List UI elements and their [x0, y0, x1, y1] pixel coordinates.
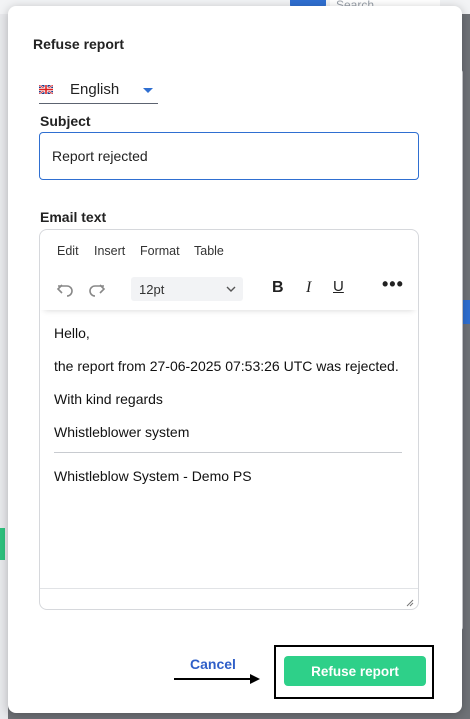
email-closing: With kind regards — [54, 391, 163, 407]
language-select[interactable]: English — [39, 80, 158, 104]
menu-format[interactable]: Format — [140, 244, 180, 258]
subject-input[interactable] — [39, 132, 419, 180]
chevron-down-icon — [226, 286, 236, 292]
underline-button[interactable]: U — [333, 278, 344, 295]
undo-icon[interactable] — [54, 278, 76, 300]
background-page — [0, 0, 8, 719]
email-text-label: Email text — [40, 209, 107, 225]
email-sender: Whistleblower system — [54, 424, 190, 440]
caret-down-icon — [143, 88, 153, 93]
refuse-report-button[interactable]: Refuse report — [284, 656, 426, 686]
email-message: the report from 27-06-2025 07:53:26 UTC … — [54, 358, 399, 374]
email-greeting: Hello, — [54, 325, 90, 341]
editor-content[interactable]: Hello, the report from 27-06-2025 07:53:… — [40, 310, 418, 588]
font-size-select[interactable]: 12pt — [131, 277, 243, 301]
arrow-right-icon — [174, 674, 260, 684]
bold-button[interactable]: B — [272, 279, 284, 297]
font-size-value: 12pt — [139, 282, 165, 297]
background-blue-element — [462, 300, 470, 324]
cancel-button[interactable]: Cancel — [190, 656, 236, 672]
language-label: English — [70, 81, 120, 98]
refuse-report-modal: Refuse report English Subject Email text… — [8, 6, 462, 713]
rich-text-editor: Edit Insert Format Table 12pt B I U ••• … — [39, 229, 419, 610]
editor-statusbar — [40, 588, 418, 609]
modal-title: Refuse report — [33, 36, 125, 52]
email-signature: Whistleblow System - Demo PS — [54, 468, 252, 484]
background-green-element — [0, 528, 5, 560]
editor-toolbar: 12pt B I U ••• — [40, 268, 418, 310]
menu-table[interactable]: Table — [194, 244, 224, 258]
resize-handle-icon[interactable] — [404, 597, 414, 607]
italic-button[interactable]: I — [306, 279, 311, 297]
subject-label: Subject — [40, 113, 91, 129]
uk-flag-icon — [39, 85, 53, 94]
menu-edit[interactable]: Edit — [57, 244, 79, 258]
editor-menubar: Edit Insert Format Table — [40, 230, 418, 268]
menu-insert[interactable]: Insert — [94, 244, 125, 258]
redo-icon[interactable] — [86, 278, 108, 300]
more-options-button[interactable]: ••• — [382, 274, 404, 295]
divider — [54, 452, 402, 453]
